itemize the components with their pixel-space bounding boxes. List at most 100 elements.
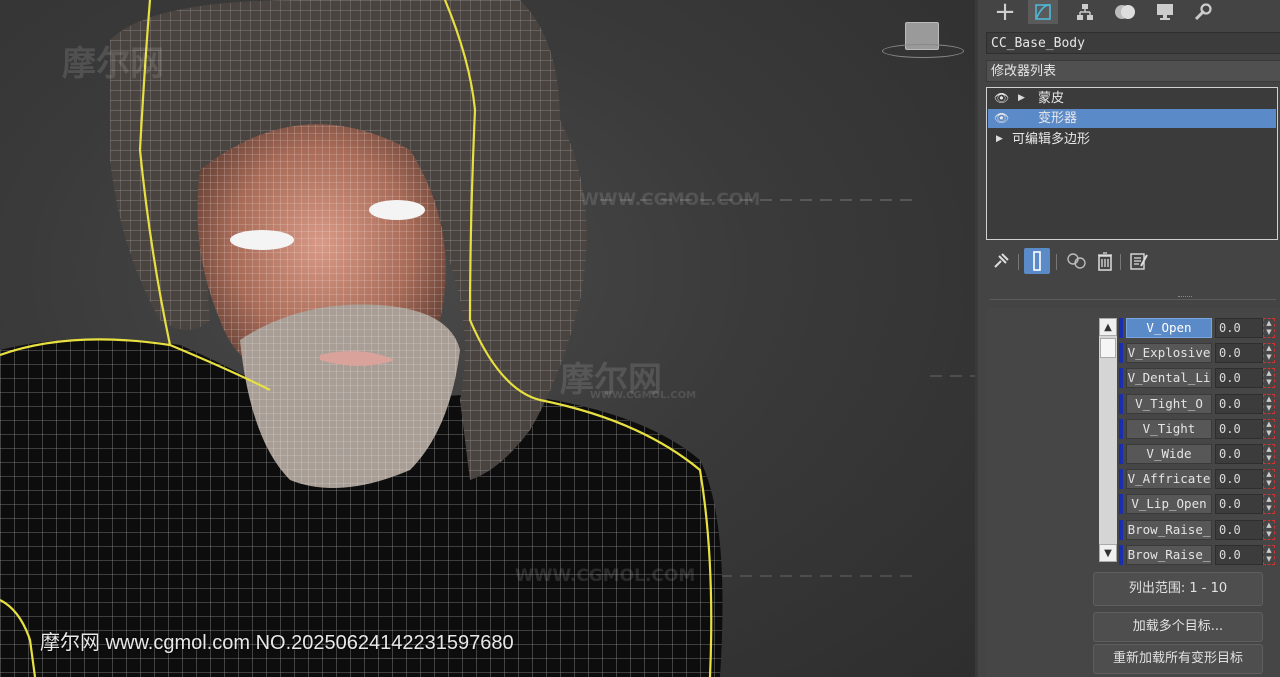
- channel-value-field[interactable]: 0.0: [1215, 393, 1263, 414]
- channel-value-field[interactable]: 0.0: [1215, 469, 1263, 490]
- expand-arrow-icon[interactable]: ▶: [996, 130, 1003, 149]
- morph-channel-row: V_Dental_Li 0.0 ▲ ▼: [1117, 366, 1277, 389]
- channel-name-button[interactable]: V_Tight_O: [1126, 393, 1212, 414]
- eye-icon[interactable]: 👁: [994, 89, 1009, 108]
- scroll-thumb[interactable]: [1100, 338, 1116, 358]
- modifier-list-dropdown[interactable]: 修改器列表: [986, 60, 1280, 82]
- morph-channel-row: V_Tight_O 0.0 ▲ ▼: [1117, 392, 1277, 414]
- modify-arc-icon: [1035, 4, 1051, 20]
- wireframe-render: [0, 0, 975, 677]
- make-unique-button[interactable]: [1064, 248, 1090, 274]
- display-monitor-icon: [1157, 4, 1173, 20]
- tab-modify[interactable]: [1028, 0, 1058, 24]
- channel-color-bar: [1119, 444, 1123, 464]
- channel-spinner[interactable]: ▲ ▼: [1263, 393, 1275, 414]
- watermark-url: WWW.CGMOL.COM: [580, 190, 761, 210]
- command-panel-tabs: +: [986, 0, 1276, 27]
- channel-scrollbar[interactable]: ▲ ▼: [1099, 318, 1117, 562]
- configure-sets-icon: [1130, 253, 1148, 270]
- channel-value-field[interactable]: 0.0: [1215, 444, 1263, 464]
- channel-spinner[interactable]: ▲ ▼: [1263, 318, 1275, 338]
- watermark-logo: 摩尔网: [62, 44, 164, 84]
- plus-icon: +: [994, 0, 1016, 27]
- viewport-perspective[interactable]: 摩尔网 摩尔网 WWW.CGMOL.COM WWW.CGMOL.COM WWW.…: [0, 0, 975, 677]
- scroll-up-button[interactable]: ▲: [1099, 318, 1117, 336]
- expand-arrow-icon[interactable]: ▶: [1018, 89, 1025, 108]
- show-end-result-button[interactable]: [1024, 248, 1050, 274]
- pin-stack-icon: [994, 253, 1009, 268]
- channel-color-bar: [1119, 393, 1123, 414]
- show-end-result-icon: [1033, 251, 1041, 271]
- morph-channel-row: V_Lip_Open 0.0 ▲ ▼: [1117, 492, 1277, 515]
- channel-color-bar: [1119, 418, 1123, 439]
- stack-item-editable-poly[interactable]: ▶ 可编辑多边形: [988, 130, 1276, 149]
- make-unique-icon: [1067, 253, 1086, 269]
- morph-channel-row: Brow_Raise_ 0.0 ▲ ▼: [1117, 518, 1277, 540]
- watermark-url: WWW.CGMOL.COM: [515, 566, 696, 586]
- channel-color-bar: [1119, 318, 1123, 338]
- channel-spinner[interactable]: ▲ ▼: [1263, 544, 1275, 565]
- eye-icon[interactable]: 👁: [994, 109, 1009, 128]
- toolbar-divider: [1018, 254, 1019, 270]
- morph-channel-row: Brow_Raise_ 0.0 ▲ ▼: [1117, 543, 1277, 565]
- tab-display[interactable]: [1150, 0, 1180, 24]
- tab-hierarchy[interactable]: [1070, 0, 1100, 24]
- tab-create[interactable]: +: [990, 0, 1020, 27]
- channel-name-button[interactable]: V_Open: [1126, 318, 1212, 338]
- remove-modifier-button[interactable]: [1092, 248, 1118, 274]
- channel-color-bar: [1119, 368, 1123, 389]
- command-panel: + CC_Base_Body 修改器列表 👁 ▶ 蒙皮 👁 变形器 ▶ 可编辑多…: [975, 0, 1280, 677]
- channel-value-field[interactable]: 0.0: [1215, 519, 1263, 540]
- channel-name-button[interactable]: V_Explosive: [1126, 343, 1212, 364]
- channel-spinner[interactable]: ▲ ▼: [1263, 494, 1275, 515]
- channel-spinner[interactable]: ▲ ▼: [1263, 469, 1275, 490]
- object-name-field[interactable]: CC_Base_Body: [986, 32, 1280, 54]
- channel-name-button[interactable]: V_Lip_Open: [1126, 494, 1212, 515]
- toolbar-divider: [1056, 254, 1057, 270]
- channel-value-field[interactable]: 0.0: [1215, 343, 1263, 364]
- channel-spinner[interactable]: ▲ ▼: [1263, 519, 1275, 540]
- morph-channel-row: V_Affricate 0.0 ▲ ▼: [1117, 467, 1277, 490]
- remove-modifier-icon: [1098, 252, 1112, 271]
- channel-value-field[interactable]: 0.0: [1215, 418, 1263, 439]
- scroll-down-button[interactable]: ▼: [1099, 544, 1117, 562]
- stack-toolbar: [986, 248, 1276, 276]
- stack-item-label: 蒙皮: [1038, 91, 1065, 106]
- tab-motion[interactable]: [1110, 0, 1140, 24]
- motion-icon: [1115, 5, 1135, 19]
- channel-name-button[interactable]: V_Tight: [1126, 418, 1212, 439]
- channel-name-button[interactable]: V_Affricate: [1126, 469, 1212, 490]
- configure-sets-button[interactable]: [1126, 248, 1152, 274]
- channel-spinner[interactable]: ▲ ▼: [1263, 418, 1275, 439]
- morph-channel-row: V_Explosive 0.0 ▲ ▼: [1117, 341, 1277, 364]
- channel-spinner[interactable]: ▲ ▼: [1263, 368, 1275, 389]
- viewcube-ring[interactable]: [882, 44, 964, 58]
- channel-color-bar: [1119, 519, 1123, 540]
- channel-name-button[interactable]: Brow_Raise_: [1126, 519, 1212, 540]
- pin-stack-button[interactable]: [988, 248, 1014, 274]
- wrench-icon: [1194, 3, 1212, 21]
- channel-color-bar: [1119, 544, 1123, 565]
- channel-value-field[interactable]: 0.0: [1215, 368, 1263, 389]
- stack-item-morpher[interactable]: 👁 变形器: [988, 109, 1276, 128]
- hierarchy-icon: [1077, 4, 1093, 20]
- stack-item-label: 可编辑多边形: [1012, 132, 1091, 147]
- channel-value-field[interactable]: 0.0: [1215, 318, 1263, 338]
- stack-item-skin[interactable]: 👁 ▶ 蒙皮: [988, 89, 1276, 108]
- morph-channel-row: V_Tight 0.0 ▲ ▼: [1117, 417, 1277, 439]
- morph-channel-row: V_Open 0.0 ▲ ▼: [1117, 316, 1277, 338]
- channel-spinner[interactable]: ▲ ▼: [1263, 444, 1275, 464]
- channel-name-button[interactable]: Brow_Raise_: [1126, 544, 1212, 565]
- morpher-channel-rollout: ▲ ▼ V_Open 0.0 ▲ ▼ V_Explosive 0.0 ▲ ▼ V_Dental_…: [986, 308, 1280, 677]
- channel-name-button[interactable]: V_Wide: [1126, 444, 1212, 464]
- reload-all-morph-targets-button[interactable]: 重新加载所有变形目标: [1093, 644, 1263, 674]
- channel-value-field[interactable]: 0.0: [1215, 494, 1263, 515]
- channel-name-button[interactable]: V_Dental_Li: [1126, 368, 1212, 389]
- tab-utilities[interactable]: [1188, 0, 1218, 24]
- channel-value-field[interactable]: 0.0: [1215, 544, 1263, 565]
- channel-spinner[interactable]: ▲ ▼: [1263, 343, 1275, 364]
- load-multiple-targets-button[interactable]: 加载多个目标...: [1093, 612, 1263, 642]
- resize-grip[interactable]: [1178, 296, 1192, 301]
- list-range-display: 列出范围: 1 - 10: [1093, 572, 1263, 606]
- watermark-footer: 摩尔网 www.cgmol.com NO.2025062414223159768…: [40, 632, 514, 654]
